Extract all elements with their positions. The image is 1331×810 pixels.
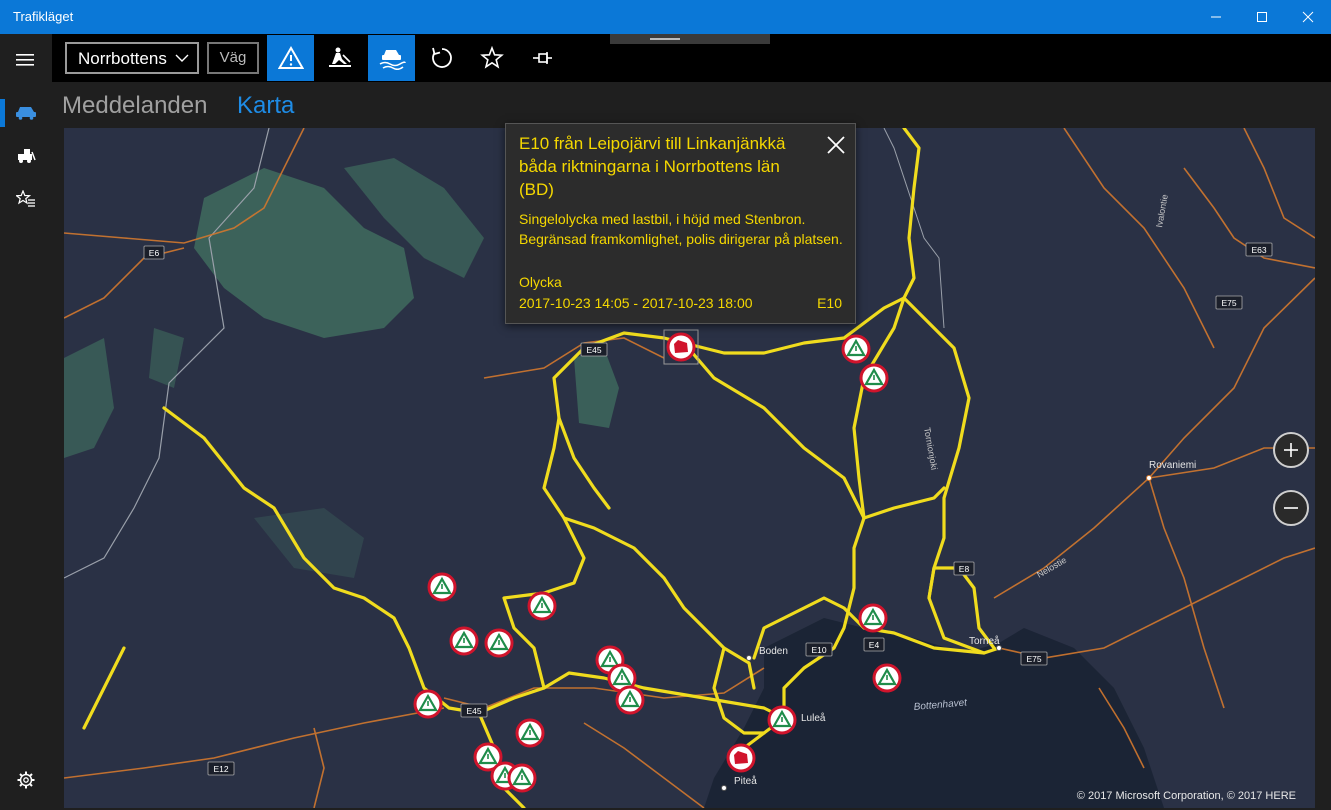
popup-road: E10	[817, 295, 842, 311]
country-border	[883, 128, 945, 329]
sidebar-item-favorites[interactable]	[0, 179, 52, 219]
svg-text:E8: E8	[959, 564, 970, 574]
maximize-button[interactable]	[1239, 0, 1285, 34]
warning-marker[interactable]	[413, 689, 443, 719]
river-label: Ivalontie	[1154, 194, 1170, 229]
accident-marker[interactable]	[663, 329, 699, 365]
accident-marker[interactable]	[726, 743, 756, 773]
tab-meddelanden[interactable]: Meddelanden	[62, 92, 207, 120]
popup-type: Olycka	[519, 274, 562, 290]
road-condition-filter-button[interactable]	[368, 35, 415, 81]
road-filter-button[interactable]: Väg	[207, 42, 259, 74]
car-icon	[16, 107, 36, 120]
warning-marker[interactable]	[859, 363, 889, 393]
roadwork-filter-button[interactable]	[316, 35, 363, 81]
close-window-button[interactable]	[1285, 0, 1331, 34]
road-shield: E12	[207, 761, 235, 776]
river-label: Nelostie	[1035, 555, 1068, 580]
incident-popup[interactable]: E10 från Leipojärvi till Linkanjänkkä bå…	[505, 123, 856, 324]
roadwork-icon	[328, 47, 351, 67]
star-list-icon	[16, 190, 35, 207]
forest-area	[574, 348, 619, 428]
region-dropdown-value: Norrbottens	[78, 49, 167, 68]
svg-text:Rovaniemi: Rovaniemi	[1149, 460, 1196, 471]
svg-text:E6: E6	[149, 248, 160, 258]
road-shield: E4	[863, 637, 885, 652]
popup-close-button[interactable]	[825, 134, 847, 156]
svg-text:Piteå: Piteå	[734, 775, 757, 787]
map-copyright: © 2017 Microsoft Corporation, © 2017 HER…	[1076, 790, 1296, 802]
river-label: Tornionjoki	[922, 427, 939, 471]
svg-text:Boden: Boden	[759, 646, 788, 657]
toolbar: Norrbottens Väg	[52, 34, 1331, 82]
settings-button[interactable]	[0, 760, 52, 800]
warning-marker[interactable]	[484, 628, 514, 658]
hamburger-menu-button[interactable]	[0, 40, 52, 80]
warning-filter-button[interactable]	[267, 35, 314, 81]
svg-text:E45: E45	[466, 706, 481, 716]
zoom-in-button[interactable]	[1273, 432, 1309, 468]
svg-text:Luleå: Luleå	[801, 712, 826, 724]
title-bar: Trafikläget	[0, 0, 1331, 34]
drag-handle[interactable]	[610, 34, 770, 44]
slippery-road-icon	[379, 50, 406, 70]
hamburger-icon	[16, 54, 34, 66]
svg-text:E75: E75	[1221, 298, 1236, 308]
popup-description: Singelolycka med lastbil, i höjd med Ste…	[519, 211, 843, 247]
forest-area	[64, 338, 114, 458]
warning-marker[interactable]	[841, 334, 871, 364]
gear-icon	[17, 771, 35, 789]
popup-time: 2017-10-23 14:05 - 2017-10-23 18:00	[519, 295, 753, 311]
forest-area	[254, 508, 364, 578]
star-icon	[479, 46, 504, 69]
warning-marker[interactable]	[872, 663, 902, 693]
svg-text:E12: E12	[213, 764, 228, 774]
pin-icon	[532, 52, 552, 64]
road-shield: E63	[1245, 242, 1273, 257]
warning-marker[interactable]	[767, 705, 797, 735]
sidebar-item-traffic[interactable]	[0, 92, 52, 132]
forest-area	[149, 328, 184, 388]
svg-text:E63: E63	[1251, 245, 1266, 255]
road-shield: E8	[953, 561, 975, 576]
minimize-button[interactable]	[1193, 0, 1239, 34]
svg-text:Torneå: Torneå	[969, 635, 1000, 647]
snowplow-icon	[18, 149, 36, 163]
sidebar-item-roadwork[interactable]	[0, 135, 52, 175]
road-shield: E75	[1215, 295, 1243, 310]
road-shield: E45	[580, 342, 608, 357]
svg-text:E75: E75	[1026, 654, 1041, 664]
sidebar	[0, 34, 52, 810]
popup-title: E10 från Leipojärvi till Linkanjänkkä bå…	[519, 134, 786, 199]
minus-icon	[1284, 507, 1298, 509]
pin-button[interactable]	[518, 35, 565, 81]
warning-marker[interactable]	[515, 718, 545, 748]
road-shield: E10	[805, 642, 833, 657]
plus-icon	[1284, 443, 1298, 457]
warning-icon	[277, 46, 304, 69]
warning-marker[interactable]	[615, 685, 645, 715]
svg-text:E45: E45	[586, 345, 601, 355]
close-icon	[827, 136, 845, 154]
svg-text:E10: E10	[811, 645, 826, 655]
region-dropdown[interactable]: Norrbottens	[65, 42, 199, 74]
svg-text:E4: E4	[869, 640, 880, 650]
warning-marker[interactable]	[449, 626, 479, 656]
warning-marker[interactable]	[507, 763, 537, 793]
refresh-icon	[431, 47, 452, 68]
road-shield: E45	[460, 703, 488, 718]
road-shield: E75	[1020, 651, 1048, 666]
warning-marker[interactable]	[527, 591, 557, 621]
zoom-out-button[interactable]	[1273, 490, 1309, 526]
refresh-button[interactable]	[418, 35, 465, 81]
favorite-button[interactable]	[468, 35, 515, 81]
warning-marker[interactable]	[427, 572, 457, 602]
tab-karta[interactable]: Karta	[237, 92, 294, 120]
warning-marker[interactable]	[858, 603, 888, 633]
window-title: Trafikläget	[13, 9, 74, 24]
road-shield: E6	[143, 245, 165, 260]
chevron-down-icon	[175, 54, 189, 62]
